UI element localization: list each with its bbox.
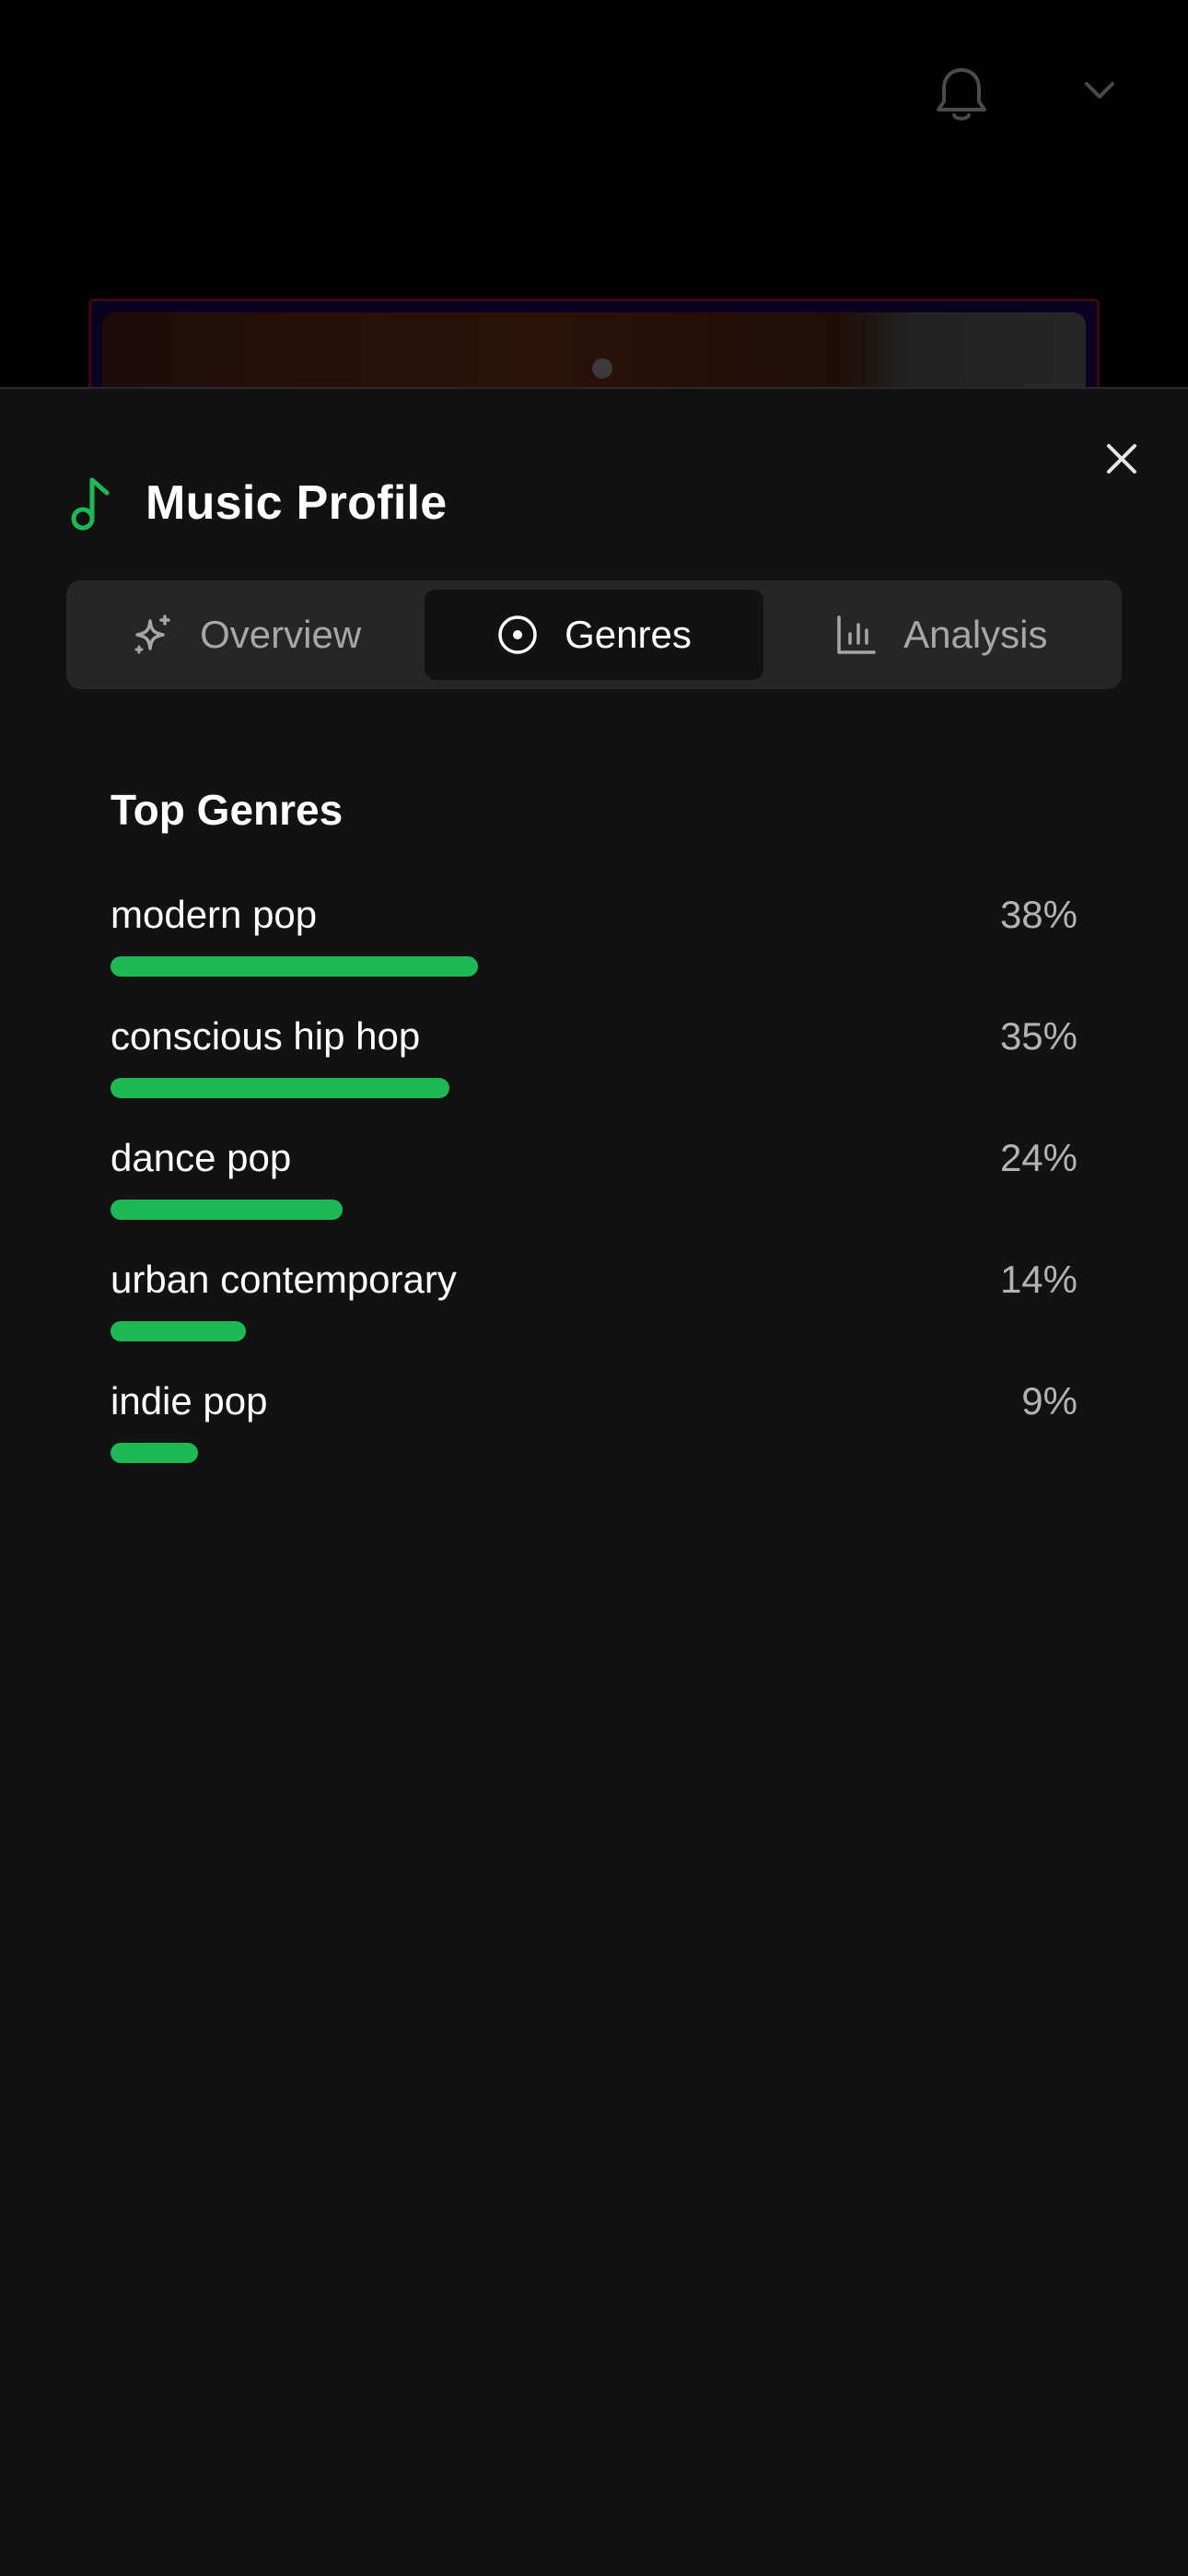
list-item: indie pop 9% (111, 1382, 1077, 1504)
section-title: Top Genres (111, 786, 344, 834)
tab-analysis[interactable]: Analysis (773, 590, 1111, 680)
app-screen: Music Profile Overview Genres Analysis T… (0, 0, 1188, 2576)
list-item: dance pop 24% (111, 1139, 1077, 1260)
close-button[interactable] (1100, 437, 1144, 481)
tab-overview-label: Overview (200, 613, 362, 656)
list-item: conscious hip hop 35% (111, 1017, 1077, 1139)
genre-percent: 14% (999, 1258, 1077, 1301)
genre-name: dance pop (111, 1136, 292, 1179)
music-note-icon (71, 477, 110, 531)
sheet-header: Music Profile (70, 466, 448, 540)
genre-name: conscious hip hop (111, 1014, 421, 1058)
list-item: urban contemporary 14% (111, 1260, 1077, 1382)
genre-bar (111, 1443, 198, 1463)
genre-bar-track (111, 1321, 1077, 1341)
genre-percent: 35% (999, 1014, 1077, 1058)
genre-bar-track (111, 1443, 1077, 1463)
genre-percent: 9% (1021, 1379, 1077, 1423)
genre-bar (111, 1321, 246, 1341)
tab-genres-label: Genres (565, 613, 692, 656)
genre-percent: 24% (999, 1136, 1077, 1179)
bar-chart-icon (837, 615, 876, 654)
genre-bar (111, 956, 478, 977)
genre-name: modern pop (111, 893, 318, 936)
close-icon (1107, 444, 1136, 474)
disc-icon (498, 615, 537, 654)
genre-bar-track (111, 1200, 1077, 1220)
tab-genres[interactable]: Genres (425, 590, 763, 680)
genre-name: indie pop (111, 1379, 268, 1423)
tab-overview[interactable]: Overview (77, 590, 415, 680)
genre-percent: 38% (999, 893, 1077, 936)
genre-bar-track (111, 956, 1077, 977)
tab-bar: Overview Genres Analysis (66, 580, 1122, 689)
tab-analysis-label: Analysis (903, 613, 1048, 656)
genre-name: urban contemporary (111, 1258, 457, 1301)
carousel-dot (592, 358, 612, 379)
genre-bar-track (111, 1078, 1077, 1098)
genre-list: modern pop 38% conscious hip hop 35% dan… (111, 896, 1077, 1504)
music-profile-sheet: Music Profile Overview Genres Analysis T… (0, 387, 1188, 2576)
genre-bar (111, 1078, 449, 1098)
chevron-down-icon[interactable] (1083, 79, 1116, 101)
sheet-title: Music Profile (146, 476, 448, 530)
sparkles-icon (134, 615, 170, 654)
genre-bar (111, 1200, 343, 1220)
list-item: modern pop 38% (111, 896, 1077, 1017)
bell-icon[interactable] (936, 66, 987, 123)
